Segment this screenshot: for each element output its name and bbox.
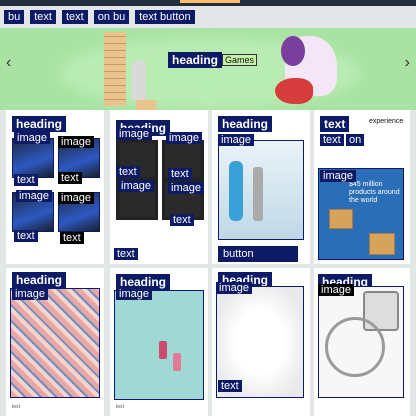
card-4-subtext-3: on: [346, 134, 365, 146]
box-image-1: [329, 209, 353, 229]
razor-image: [253, 167, 263, 221]
card-3-img-label: image: [218, 134, 254, 146]
card-5: heading image text: [6, 268, 104, 416]
box-image-2: [369, 233, 395, 255]
cable-image[interactable]: [318, 286, 404, 398]
secondary-nav: bu text text on bu text button: [0, 6, 416, 28]
card-7-link[interactable]: text: [218, 380, 242, 392]
card-1-heading: heading: [12, 116, 67, 132]
card-6-link[interactable]: text: [116, 404, 124, 410]
card-4-subtext-2: text: [320, 134, 344, 146]
nav-text-2: text: [61, 10, 88, 24]
headset-image[interactable]: [12, 138, 54, 178]
card-1-text-3[interactable]: text: [14, 230, 38, 242]
hero-heading: heading: [168, 52, 223, 68]
card-1-img-label-4: image: [58, 192, 94, 204]
cable-coil-image: [325, 317, 385, 377]
nav-button-3[interactable]: text button: [135, 10, 195, 24]
card-2-img-label-1: image: [116, 128, 152, 140]
card-4-heading: text: [320, 116, 350, 132]
card-2-text-3[interactable]: text: [170, 214, 194, 226]
dragon-toy-image: [275, 78, 313, 104]
toy-box-image: [136, 100, 156, 110]
card-2: heading image image image image text tex…: [110, 110, 208, 264]
card-1-img-label-2: image: [58, 136, 94, 148]
beauty-products-image[interactable]: [114, 290, 204, 400]
ad-text: $45 million products around the world: [349, 181, 400, 204]
card-8: heading image: [314, 268, 410, 416]
nav-text-1: text: [30, 10, 56, 24]
card-5-heading: heading: [12, 272, 67, 288]
card-3-heading: heading: [218, 116, 273, 132]
card-5-link[interactable]: text: [12, 404, 20, 410]
card-5-img-label: image: [12, 288, 48, 300]
card-2-img-label-2: image: [166, 132, 202, 144]
unicorn-mane: [281, 36, 305, 66]
card-1-text-4[interactable]: text: [60, 232, 84, 244]
card-1-img-label-1: image: [14, 132, 50, 144]
vacuum-image[interactable]: [218, 140, 304, 240]
card-1-img-label-3: image: [16, 190, 52, 202]
action-figure-image: [132, 60, 146, 100]
card-7-img-label: image: [216, 282, 252, 294]
card-1-text-2[interactable]: text: [58, 172, 82, 184]
card-8-img-label: image: [318, 284, 354, 296]
dress-image[interactable]: [10, 288, 100, 398]
card-2-link[interactable]: text: [114, 248, 138, 260]
card-6: heading image text: [110, 268, 208, 416]
card-4-subtext: experience: [366, 118, 407, 125]
nav-button-2[interactable]: on bu: [93, 10, 130, 24]
card-2-img-label-3: image: [118, 180, 154, 192]
nav-accent: [180, 0, 240, 3]
hero-next-arrow-icon[interactable]: ›: [405, 54, 410, 72]
hero-prev-arrow-icon[interactable]: ‹: [6, 54, 11, 72]
nav-button-1[interactable]: bu: [4, 10, 25, 24]
card-3: heading image button: [212, 110, 310, 264]
lipstick-image-2: [173, 353, 181, 371]
lipstick-image: [159, 341, 167, 359]
card-2-text-2[interactable]: text: [168, 168, 192, 180]
hero-banner[interactable]: ‹ › heading Games: [0, 28, 416, 110]
bottle-image: [229, 161, 243, 221]
jenga-tower-image: [104, 32, 126, 106]
card-1-text-1[interactable]: text: [14, 174, 38, 186]
card-6-img-label: image: [116, 288, 152, 300]
card-7: heading image text: [212, 268, 310, 416]
card-2-text-1[interactable]: text: [116, 166, 140, 178]
card-1: heading image image image image text tex…: [6, 110, 104, 264]
card-3-shop-button[interactable]: button: [218, 246, 298, 262]
card-2-img-label-4: image: [168, 182, 204, 194]
card-4-img-label: image: [320, 170, 356, 182]
hero-subtitle: Games: [222, 54, 258, 66]
card-4: text experience text on $45 million prod…: [314, 110, 410, 264]
